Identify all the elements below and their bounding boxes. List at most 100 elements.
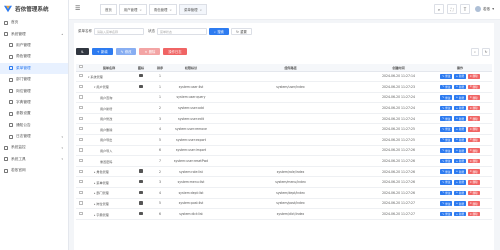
row-add-button[interactable]: + 新增: [453, 95, 467, 100]
sidebar-item[interactable]: 系统工具 ▾: [0, 154, 68, 165]
row-checkbox[interactable]: [79, 137, 83, 141]
row-add-button[interactable]: + 新增: [453, 116, 467, 122]
row-add-button[interactable]: + 新增: [453, 158, 467, 164]
sidebar-item[interactable]: 用户管理: [0, 40, 68, 51]
table-row[interactable]: 用户修改 3 system:user:edit 2024-06-20 11:27:24…: [76, 113, 492, 125]
row-add-button[interactable]: + 新增: [453, 201, 467, 206]
row-delete-button[interactable]: ✕ 删除: [467, 95, 480, 100]
table-row[interactable]: 用户查询 1 system:user:query 2024-06-20 11:27:2…: [76, 92, 492, 104]
row-checkbox[interactable]: [79, 201, 83, 205]
tab[interactable]: 用户管理 ×: [118, 4, 147, 15]
row-checkbox[interactable]: [79, 116, 83, 120]
row-delete-button[interactable]: ✕ 删除: [467, 211, 480, 217]
table-row[interactable]: ▸菜单管理 3 system:menu:list system/menu/index 2…: [76, 176, 492, 189]
row-checkbox[interactable]: [79, 84, 83, 88]
row-delete-button[interactable]: ✕ 删除: [467, 74, 480, 79]
row-edit-button[interactable]: ✎ 修改: [440, 158, 453, 164]
tab[interactable]: 首页: [100, 4, 117, 15]
table-row[interactable]: ▸角色管理 2 system:role:list system/role/index 2…: [76, 166, 492, 178]
row-delete-button[interactable]: ✕ 删除: [467, 116, 480, 122]
table-row[interactable]: 用户导出 5 system:user:export 2024-06-20 11:27:…: [76, 134, 492, 146]
table-row[interactable]: ▸字典管理 6 system:dict:list system/dict/index 2…: [76, 208, 492, 220]
refresh-icon[interactable]: ↻: [482, 48, 490, 56]
row-edit-button[interactable]: ✎ 修改: [440, 95, 453, 100]
row-add-button[interactable]: + 新增: [453, 211, 467, 217]
row-checkbox[interactable]: [79, 105, 83, 110]
row-add-button[interactable]: + 新增: [453, 127, 467, 132]
table-row[interactable]: ▸岗位管理 5 system:post:list system/post/index 2…: [76, 198, 492, 210]
row-checkbox[interactable]: [79, 180, 83, 184]
operation-log-button[interactable]: 操作日志: [163, 48, 187, 55]
row-checkbox[interactable]: [79, 158, 83, 163]
delete-button[interactable]: ✕ 删除: [139, 48, 161, 55]
sidebar-item[interactable]: 岗位管理: [0, 85, 68, 96]
expand-toggle-button[interactable]: ⇅: [76, 48, 89, 55]
table-row[interactable]: 用户导入 6 system:user:import 2024-06-20 11:27:…: [76, 145, 492, 157]
reset-button[interactable]: ↻ 重置: [230, 28, 252, 35]
close-icon[interactable]: ×: [200, 8, 203, 12]
row-edit-button[interactable]: ✎ 修改: [440, 74, 453, 79]
row-edit-button[interactable]: ✎ 修改: [440, 180, 453, 185]
row-add-button[interactable]: + 新增: [453, 105, 467, 111]
search-button[interactable]: ⌕ 搜索: [209, 28, 229, 35]
row-edit-button[interactable]: ✎ 修改: [440, 211, 453, 217]
row-edit-button[interactable]: ✎ 修改: [440, 105, 453, 111]
sidebar-item[interactable]: 若依官网: [0, 165, 68, 176]
table-row[interactable]: 用户新增 2 system:user:add 2024-06-20 11:27:24 ✎…: [76, 102, 492, 114]
row-add-button[interactable]: + 新增: [453, 190, 467, 196]
close-icon[interactable]: ×: [169, 8, 172, 12]
row-delete-button[interactable]: ✕ 删除: [467, 105, 480, 111]
row-delete-button[interactable]: ✕ 删除: [467, 158, 480, 164]
sidebar-item[interactable]: 部门管理: [0, 74, 68, 85]
sidebar-item[interactable]: 字典管理: [0, 97, 68, 108]
row-edit-button[interactable]: ✎ 修改: [440, 84, 453, 90]
table-row[interactable]: ▾系统管理 1 2024-06-20 11:27:14 ✎ 修改 + 新增 ✕ 删除: [76, 71, 492, 83]
row-edit-button[interactable]: ✎ 修改: [440, 127, 453, 132]
sidebar-item[interactable]: 通知公告: [0, 120, 68, 131]
tab[interactable]: 菜单管理 ×: [178, 4, 208, 15]
row-delete-button[interactable]: ✕ 删除: [467, 127, 480, 132]
sidebar-item[interactable]: 菜单管理: [0, 62, 68, 74]
row-add-button[interactable]: + 新增: [453, 148, 467, 153]
logo[interactable]: 若依管理系统: [0, 0, 68, 17]
toggle-search-icon[interactable]: ⌕: [471, 48, 479, 56]
row-delete-button[interactable]: ✕ 删除: [467, 169, 480, 175]
row-delete-button[interactable]: ✕ 删除: [467, 201, 480, 206]
table-row[interactable]: ▸部门管理 4 system:dept:list system/dept/index 2…: [76, 187, 492, 199]
tab[interactable]: 角色管理 ×: [148, 4, 177, 15]
menu-name-input[interactable]: 请输入菜单名称: [94, 28, 144, 35]
sidebar-item[interactable]: 角色管理: [0, 51, 68, 62]
row-delete-button[interactable]: ✕ 删除: [467, 148, 480, 153]
fullscreen-icon[interactable]: ⛶: [447, 4, 457, 14]
sidebar-item[interactable]: 首页: [0, 17, 68, 28]
close-icon[interactable]: ×: [139, 8, 142, 12]
row-edit-button[interactable]: ✎ 修改: [440, 137, 453, 143]
edit-button[interactable]: ✎ 修改: [115, 48, 137, 55]
user-menu[interactable]: 若依 ▾: [475, 6, 494, 12]
table-row[interactable]: ▾用户管理 1 system:user:list system/user/index 2…: [76, 81, 492, 93]
row-checkbox[interactable]: [79, 95, 83, 99]
row-checkbox[interactable]: [79, 169, 83, 173]
row-delete-button[interactable]: ✕ 删除: [467, 137, 480, 143]
row-delete-button[interactable]: ✕ 删除: [467, 84, 480, 90]
row-checkbox[interactable]: [79, 190, 83, 194]
size-icon[interactable]: T: [460, 4, 470, 14]
row-add-button[interactable]: + 新增: [453, 137, 467, 143]
sidebar-item[interactable]: 系统管理 ▴: [0, 28, 68, 39]
sidebar-item[interactable]: 系统监控 ▾: [0, 142, 68, 153]
sidebar-item[interactable]: 参数设置: [0, 108, 68, 119]
row-edit-button[interactable]: ✎ 修改: [440, 190, 453, 196]
row-add-button[interactable]: + 新增: [453, 169, 467, 175]
row-checkbox[interactable]: [79, 74, 83, 78]
row-delete-button[interactable]: ✕ 删除: [467, 190, 480, 196]
row-edit-button[interactable]: ✎ 修改: [440, 201, 453, 206]
search-icon[interactable]: ⌕: [434, 4, 444, 14]
hamburger-icon[interactable]: ☰: [75, 6, 80, 12]
row-delete-button[interactable]: ✕ 删除: [467, 180, 480, 185]
table-row[interactable]: 重置密码 7 system:user:resetPwd 2024-06-20 11:2…: [76, 155, 492, 167]
add-button[interactable]: + 新增: [91, 48, 113, 55]
row-edit-button[interactable]: ✎ 修改: [440, 169, 453, 175]
table-row[interactable]: 用户删除 4 system:user:remove 2024-06-20 11:27:…: [76, 123, 492, 136]
select-all-checkbox[interactable]: [79, 65, 83, 69]
row-edit-button[interactable]: ✎ 修改: [440, 116, 453, 122]
